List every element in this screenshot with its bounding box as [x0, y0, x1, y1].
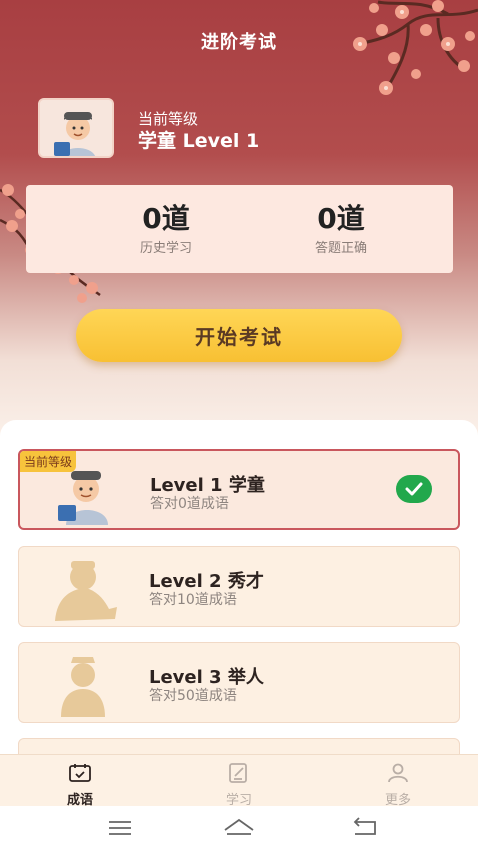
- locked-silhouette-icon: [55, 561, 117, 621]
- tab-study[interactable]: 学习: [199, 763, 279, 808]
- stats-card: 0道 历史学习 0道 答题正确: [26, 185, 453, 273]
- level-requirement: 答对10道成语: [149, 592, 237, 608]
- menu-icon[interactable]: [100, 816, 140, 840]
- level-requirement: 答对0道成语: [150, 496, 229, 512]
- stat-correct: 0道 答题正确: [271, 202, 411, 257]
- user-icon: [388, 763, 408, 783]
- stat-history-value: 0道: [142, 202, 190, 235]
- calendar-icon: [69, 764, 91, 782]
- start-exam-button[interactable]: 开始考试: [76, 309, 402, 362]
- stat-history: 0道 历史学习: [96, 202, 236, 257]
- level-requirement: 答对50道成语: [149, 688, 237, 704]
- stat-correct-label: 答题正确: [314, 241, 367, 256]
- level-card-3[interactable]: Level 3 举人 答对50道成语: [18, 642, 460, 723]
- tab-more[interactable]: 更多: [358, 763, 438, 808]
- level-card-1[interactable]: 当前等级 Level 1 学童 答对0道成语: [18, 449, 460, 530]
- check-icon: [396, 475, 432, 503]
- level-list: 当前等级 Level 1 学童 答对0道成语 Level 2 秀才 答对10道成…: [0, 420, 478, 778]
- back-icon[interactable]: [345, 816, 385, 840]
- header-background: 进阶考试 当前等级 学童 Level 1 0道 历史学习 0道 答题正确 开始考…: [0, 0, 478, 440]
- scholar-avatar-icon: [58, 471, 108, 525]
- avatar: [38, 98, 114, 158]
- stat-history-label: 历史学习: [139, 241, 192, 256]
- level-card-2[interactable]: Level 2 秀才 答对10道成语: [18, 546, 460, 627]
- stat-correct-value: 0道: [317, 202, 365, 235]
- locked-silhouette-icon: [61, 657, 105, 717]
- page-title: 进阶考试: [201, 32, 277, 53]
- bottom-tab-bar: 成语 学习 更多: [0, 754, 478, 808]
- plum-blossom-decoration: [353, 0, 478, 95]
- current-level-name: 学童 Level 1: [138, 130, 260, 152]
- edit-note-icon: [229, 763, 247, 783]
- system-navigation-bar: [0, 806, 478, 850]
- home-icon[interactable]: [219, 816, 259, 840]
- tab-idioms[interactable]: 成语: [40, 763, 120, 808]
